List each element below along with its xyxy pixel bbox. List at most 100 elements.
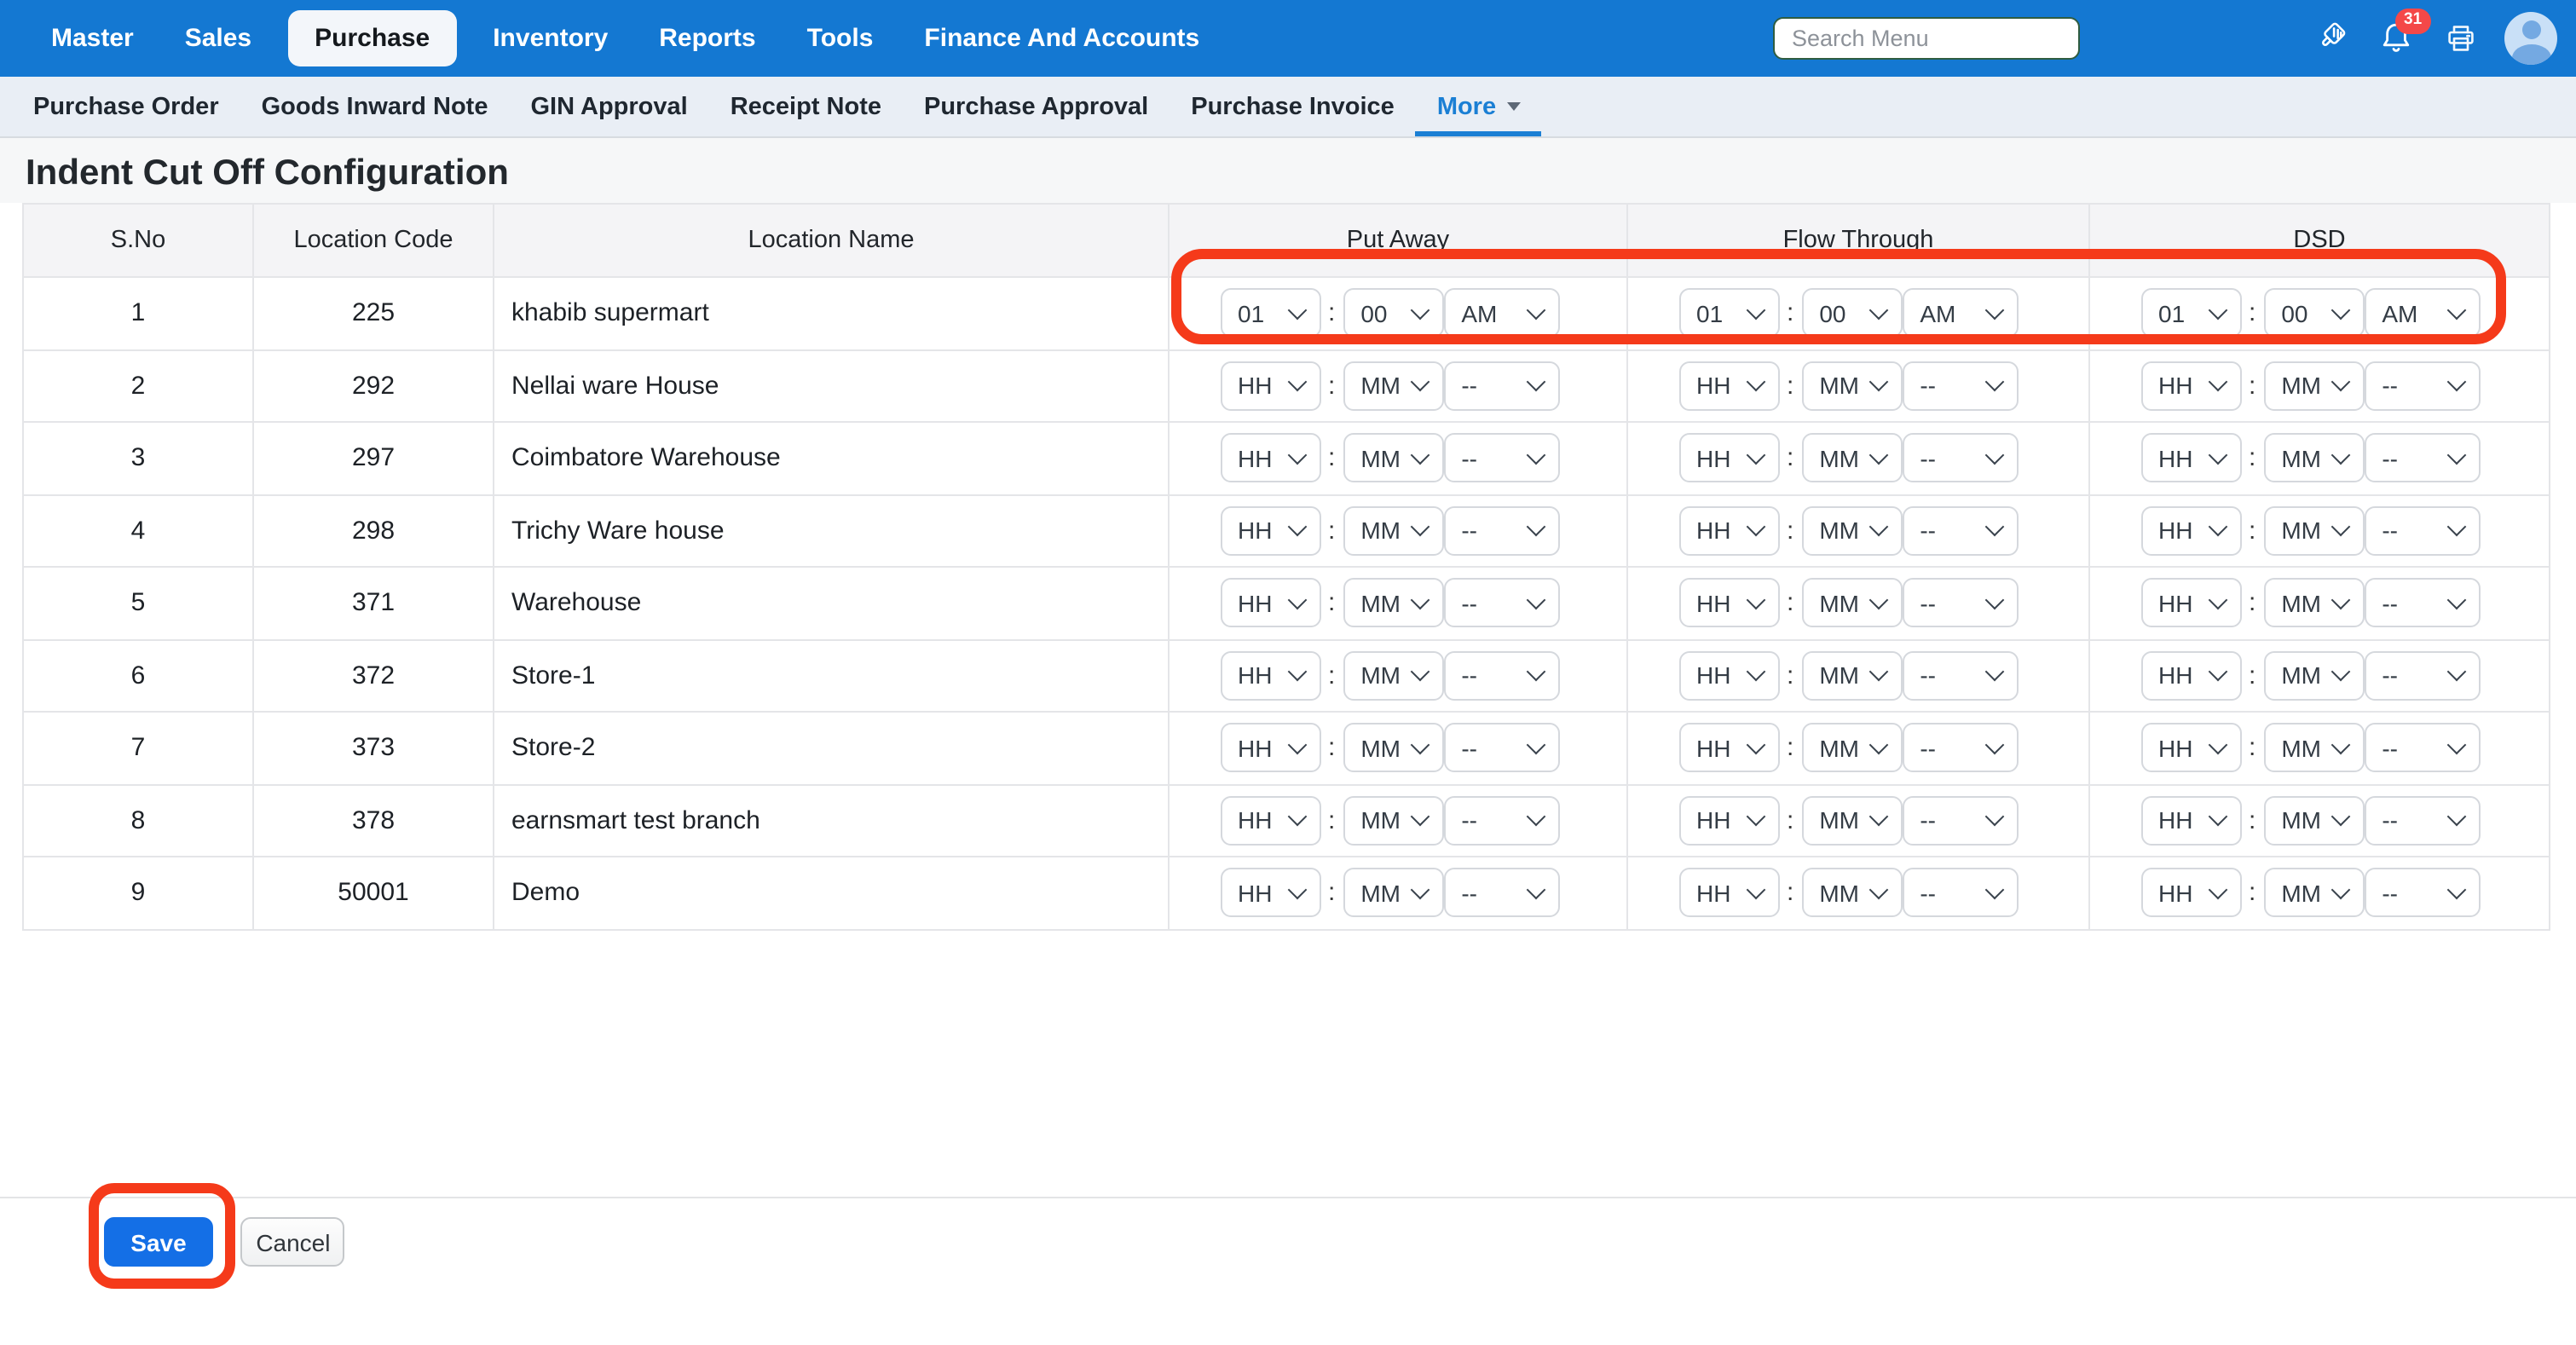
flow-through-hour-select[interactable]: HH xyxy=(1679,361,1780,411)
put-away-meridiem-select[interactable]: -- xyxy=(1444,361,1560,411)
dsd-minute-select[interactable]: MM xyxy=(2264,651,2365,701)
flow-through-meridiem-select[interactable]: -- xyxy=(1903,796,2019,846)
put-away-hour-select[interactable]: HH xyxy=(1221,651,1321,701)
dsd-minute-select[interactable]: MM xyxy=(2264,434,2365,483)
flow-through-meridiem-select[interactable]: -- xyxy=(1903,869,2019,918)
dsd-meridiem-select[interactable]: -- xyxy=(2365,579,2481,628)
flow-through-hour-select[interactable]: HH xyxy=(1679,434,1780,483)
put-away-hour-select[interactable]: 01 xyxy=(1221,289,1321,338)
save-button[interactable]: Save xyxy=(104,1217,213,1267)
dsd-minute-select[interactable]: MM xyxy=(2264,724,2365,773)
user-avatar[interactable] xyxy=(2504,12,2557,65)
notifications-bell-icon[interactable]: 31 xyxy=(2378,20,2414,56)
put-away-hour-select[interactable]: HH xyxy=(1221,434,1321,483)
flow-through-minute-select[interactable]: MM xyxy=(1802,869,1903,918)
paint-brush-icon[interactable] xyxy=(2312,20,2348,56)
put-away-meridiem-select[interactable]: -- xyxy=(1444,796,1560,846)
flow-through-meridiem-select[interactable]: -- xyxy=(1903,506,2019,556)
dsd-hour-select[interactable]: HH xyxy=(2141,434,2242,483)
dsd-hour-select[interactable]: HH xyxy=(2141,361,2242,411)
put-away-hour-select[interactable]: HH xyxy=(1221,506,1321,556)
search-input[interactable] xyxy=(1773,17,2080,60)
put-away-hour-select[interactable]: HH xyxy=(1221,724,1321,773)
dsd-minute-select[interactable]: MM xyxy=(2264,506,2365,556)
print-icon[interactable] xyxy=(2445,22,2477,55)
put-away-meridiem-select[interactable]: -- xyxy=(1444,651,1560,701)
put-away-minute-select[interactable]: MM xyxy=(1343,361,1444,411)
dsd-hour-select[interactable]: HH xyxy=(2141,579,2242,628)
put-away-meridiem-select[interactable]: -- xyxy=(1444,724,1560,773)
subnav-item-gin-approval[interactable]: GIN Approval xyxy=(509,77,708,136)
dsd-meridiem-select[interactable]: -- xyxy=(2365,869,2481,918)
put-away-meridiem-select[interactable]: -- xyxy=(1444,579,1560,628)
flow-through-minute-select[interactable]: MM xyxy=(1802,361,1903,411)
flow-through-minute-select[interactable]: MM xyxy=(1802,434,1903,483)
subnav-item-purchase-approval[interactable]: Purchase Approval xyxy=(903,77,1170,136)
put-away-minute-select[interactable]: MM xyxy=(1343,796,1444,846)
put-away-meridiem-select[interactable]: -- xyxy=(1444,434,1560,483)
put-away-meridiem-select[interactable]: AM xyxy=(1444,289,1560,338)
subnav-item-goods-inward-note[interactable]: Goods Inward Note xyxy=(240,77,510,136)
flow-through-meridiem-select[interactable]: -- xyxy=(1903,361,2019,411)
dsd-hour-select[interactable]: HH xyxy=(2141,651,2242,701)
flow-through-hour-select[interactable]: HH xyxy=(1679,724,1780,773)
nav-item-reports[interactable]: Reports xyxy=(633,0,781,77)
dsd-hour-select[interactable]: HH xyxy=(2141,796,2242,846)
put-away-minute-select[interactable]: MM xyxy=(1343,434,1444,483)
dsd-hour-select[interactable]: HH xyxy=(2141,506,2242,556)
dsd-meridiem-select[interactable]: AM xyxy=(2365,289,2481,338)
put-away-minute-select[interactable]: MM xyxy=(1343,651,1444,701)
put-away-meridiem-select[interactable]: -- xyxy=(1444,869,1560,918)
dsd-meridiem-select[interactable]: -- xyxy=(2365,506,2481,556)
flow-through-minute-select[interactable]: MM xyxy=(1802,796,1903,846)
nav-item-tools[interactable]: Tools xyxy=(782,0,899,77)
nav-item-finance-and-accounts[interactable]: Finance And Accounts xyxy=(898,0,1225,77)
dsd-minute-select[interactable]: MM xyxy=(2264,869,2365,918)
flow-through-hour-select[interactable]: HH xyxy=(1679,796,1780,846)
put-away-hour-select[interactable]: HH xyxy=(1221,869,1321,918)
cancel-button[interactable]: Cancel xyxy=(241,1217,345,1267)
flow-through-minute-select[interactable]: MM xyxy=(1802,724,1903,773)
flow-through-minute-select[interactable]: MM xyxy=(1802,651,1903,701)
flow-through-minute-select[interactable]: 00 xyxy=(1802,289,1903,338)
nav-item-master[interactable]: Master xyxy=(26,0,159,77)
flow-through-hour-select[interactable]: HH xyxy=(1679,579,1780,628)
nav-item-sales[interactable]: Sales xyxy=(159,0,277,77)
subnav-item-receipt-note[interactable]: Receipt Note xyxy=(709,77,903,136)
flow-through-meridiem-select[interactable]: -- xyxy=(1903,724,2019,773)
put-away-minute-select[interactable]: MM xyxy=(1343,579,1444,628)
dsd-hour-select[interactable]: HH xyxy=(2141,724,2242,773)
subnav-item-more[interactable]: More xyxy=(1416,77,1541,136)
nav-item-purchase[interactable]: Purchase xyxy=(287,10,457,66)
dsd-minute-select[interactable]: 00 xyxy=(2264,289,2365,338)
dsd-minute-select[interactable]: MM xyxy=(2264,361,2365,411)
put-away-meridiem-select[interactable]: -- xyxy=(1444,506,1560,556)
put-away-minute-select[interactable]: MM xyxy=(1343,724,1444,773)
flow-through-meridiem-select[interactable]: -- xyxy=(1903,651,2019,701)
dsd-minute-select[interactable]: MM xyxy=(2264,796,2365,846)
put-away-hour-select[interactable]: HH xyxy=(1221,361,1321,411)
dsd-meridiem-select[interactable]: -- xyxy=(2365,651,2481,701)
put-away-hour-select[interactable]: HH xyxy=(1221,796,1321,846)
dsd-meridiem-select[interactable]: -- xyxy=(2365,724,2481,773)
put-away-minute-select[interactable]: MM xyxy=(1343,506,1444,556)
dsd-meridiem-select[interactable]: -- xyxy=(2365,796,2481,846)
nav-item-inventory[interactable]: Inventory xyxy=(467,0,633,77)
subnav-item-purchase-order[interactable]: Purchase Order xyxy=(12,77,240,136)
flow-through-minute-select[interactable]: MM xyxy=(1802,579,1903,628)
subnav-item-purchase-invoice[interactable]: Purchase Invoice xyxy=(1170,77,1416,136)
flow-through-hour-select[interactable]: 01 xyxy=(1679,289,1780,338)
flow-through-meridiem-select[interactable]: -- xyxy=(1903,579,2019,628)
flow-through-hour-select[interactable]: HH xyxy=(1679,869,1780,918)
flow-through-hour-select[interactable]: HH xyxy=(1679,651,1780,701)
flow-through-meridiem-select[interactable]: -- xyxy=(1903,434,2019,483)
flow-through-hour-select[interactable]: HH xyxy=(1679,506,1780,556)
flow-through-meridiem-select[interactable]: AM xyxy=(1903,289,2019,338)
put-away-minute-select[interactable]: 00 xyxy=(1343,289,1444,338)
dsd-meridiem-select[interactable]: -- xyxy=(2365,361,2481,411)
dsd-meridiem-select[interactable]: -- xyxy=(2365,434,2481,483)
dsd-minute-select[interactable]: MM xyxy=(2264,579,2365,628)
dsd-hour-select[interactable]: HH xyxy=(2141,869,2242,918)
put-away-minute-select[interactable]: MM xyxy=(1343,869,1444,918)
flow-through-minute-select[interactable]: MM xyxy=(1802,506,1903,556)
